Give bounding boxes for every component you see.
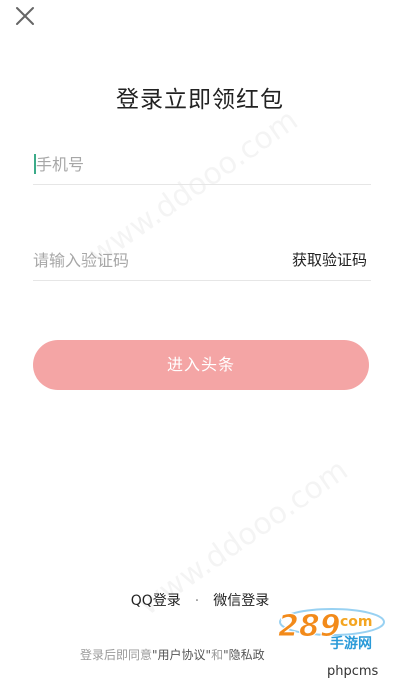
login-submit-button[interactable]: 进入头条	[33, 340, 369, 390]
watermark-suffix: com	[340, 614, 373, 630]
phone-input[interactable]	[36, 144, 366, 184]
watermark-logo: 289 com 手游网	[270, 606, 388, 652]
phone-field-container	[33, 144, 371, 185]
agreement-and: 和	[211, 648, 224, 662]
close-icon	[16, 7, 34, 25]
agreement-notice: 登录后即同意"用户协议"和"隐私政	[80, 646, 265, 663]
verification-code-input[interactable]	[33, 240, 263, 280]
code-field-container: 获取验证码	[33, 240, 371, 281]
user-agreement-link[interactable]: "用户协议"	[152, 648, 211, 662]
watermark-subtitle: 手游网	[330, 635, 372, 652]
wechat-login-link[interactable]: 微信登录	[213, 593, 269, 609]
page-title: 登录立即领红包	[116, 87, 284, 113]
separator-dot: ·	[194, 593, 200, 609]
qq-login-link[interactable]: QQ登录	[131, 593, 181, 609]
get-code-button[interactable]: 获取验证码	[292, 249, 367, 270]
watermark-site: phpcms	[327, 664, 379, 679]
privacy-policy-link[interactable]: "隐私政	[223, 648, 265, 662]
close-button[interactable]	[12, 3, 38, 29]
agreement-prefix: 登录后即同意	[80, 648, 153, 662]
